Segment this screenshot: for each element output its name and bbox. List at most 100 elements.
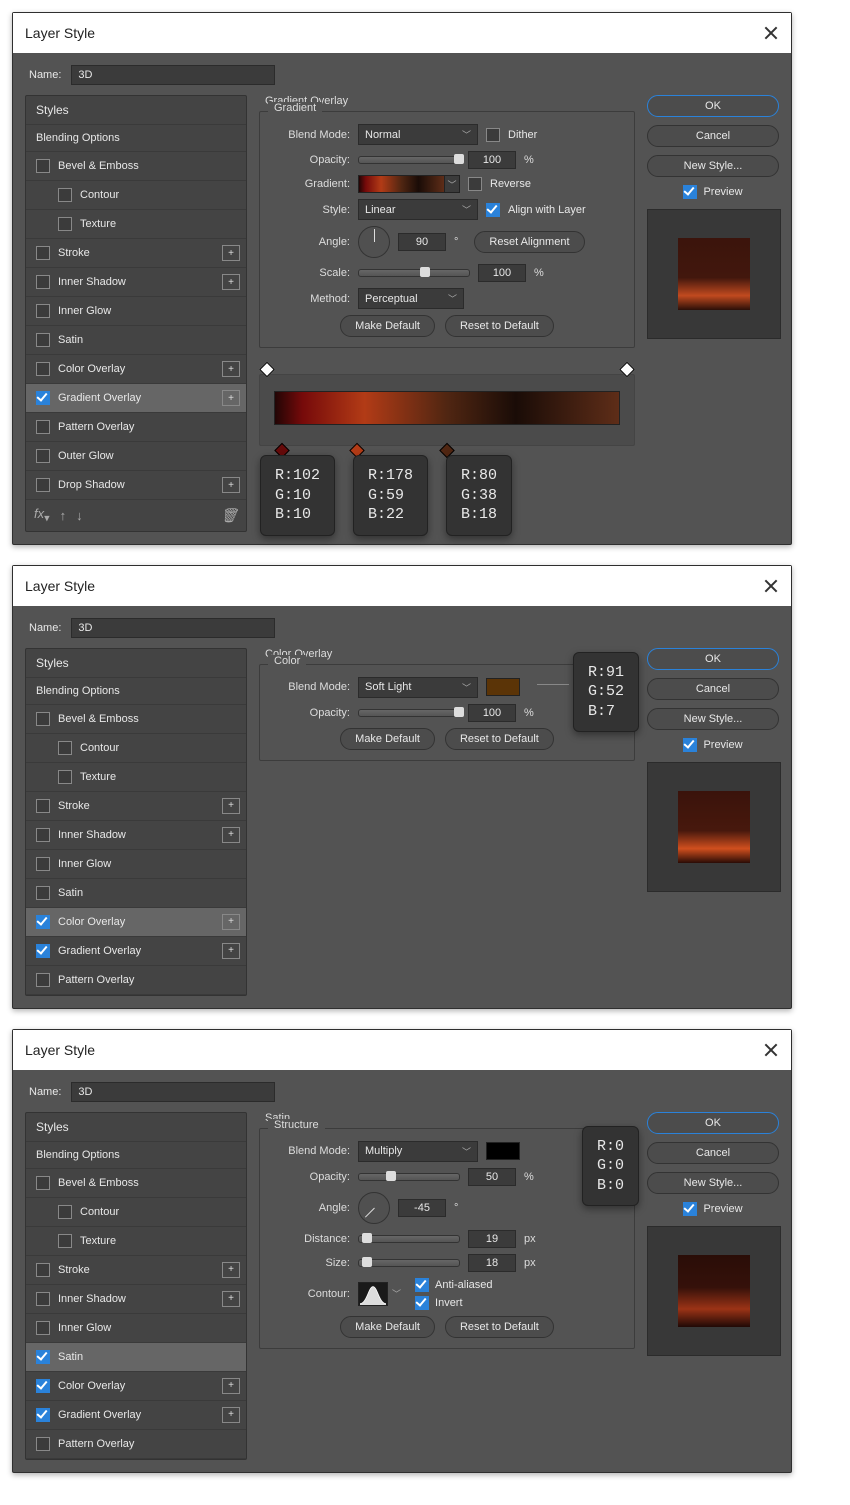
style-checkbox[interactable]	[58, 217, 72, 231]
color-swatch[interactable]	[486, 1142, 520, 1160]
styles-row[interactable]: Inner Shadow+	[26, 1285, 246, 1314]
style-checkbox[interactable]	[36, 246, 50, 260]
styles-row[interactable]: Color Overlay+	[26, 355, 246, 384]
opacity-stop[interactable]	[260, 362, 276, 378]
style-checkbox[interactable]	[36, 478, 50, 492]
make-default-button[interactable]: Make Default	[340, 315, 435, 337]
opacity-stop[interactable]	[619, 362, 635, 378]
ok-button[interactable]: OK	[647, 1112, 779, 1134]
angle-dial[interactable]	[358, 226, 390, 258]
blend-mode-dropdown[interactable]: Multiply﹀	[358, 1141, 478, 1162]
style-checkbox[interactable]	[36, 333, 50, 347]
add-effect-icon[interactable]: +	[222, 1262, 240, 1278]
scale-slider[interactable]	[358, 269, 470, 277]
gradient-editor[interactable]: R:102 G:10 B:10 R:178 G:59 B:22 R:80 G:3…	[259, 374, 635, 446]
style-checkbox[interactable]	[36, 799, 50, 813]
style-checkbox[interactable]	[58, 741, 72, 755]
styles-row[interactable]: Stroke+	[26, 792, 246, 821]
close-icon[interactable]	[763, 578, 779, 594]
add-effect-icon[interactable]: +	[222, 477, 240, 493]
opacity-input[interactable]	[468, 704, 516, 722]
style-checkbox[interactable]	[36, 915, 50, 929]
styles-row[interactable]: Stroke+	[26, 1256, 246, 1285]
styles-row[interactable]: Satin	[26, 1343, 246, 1372]
add-effect-icon[interactable]: +	[222, 274, 240, 290]
angle-input[interactable]	[398, 1199, 446, 1217]
styles-row[interactable]: Blending Options	[26, 125, 246, 152]
styles-row[interactable]: Color Overlay+	[26, 908, 246, 937]
style-checkbox[interactable]	[36, 420, 50, 434]
styles-row[interactable]: Bevel & Emboss	[26, 1169, 246, 1198]
scale-input[interactable]	[478, 264, 526, 282]
styles-row[interactable]: Color Overlay+	[26, 1372, 246, 1401]
styles-row[interactable]: Pattern Overlay	[26, 413, 246, 442]
styles-row[interactable]: Satin	[26, 326, 246, 355]
style-checkbox[interactable]	[58, 770, 72, 784]
layer-name-input[interactable]	[71, 1082, 275, 1102]
style-checkbox[interactable]	[36, 391, 50, 405]
close-icon[interactable]	[763, 1042, 779, 1058]
styles-row[interactable]: Gradient Overlay+	[26, 384, 246, 413]
antialiased-checkbox[interactable]	[415, 1278, 429, 1292]
new-style-button[interactable]: New Style...	[647, 155, 779, 177]
layer-name-input[interactable]	[71, 618, 275, 638]
style-checkbox[interactable]	[36, 1379, 50, 1393]
style-checkbox[interactable]	[36, 449, 50, 463]
opacity-input[interactable]	[468, 151, 516, 169]
opacity-slider[interactable]	[358, 156, 460, 164]
styles-row[interactable]: Blending Options	[26, 678, 246, 705]
align-checkbox[interactable]	[486, 203, 500, 217]
styles-row[interactable]: Satin	[26, 879, 246, 908]
add-effect-icon[interactable]: +	[222, 245, 240, 261]
chevron-down-icon[interactable]: ﹀	[392, 1287, 401, 1300]
style-checkbox[interactable]	[36, 944, 50, 958]
style-checkbox[interactable]	[36, 973, 50, 987]
style-checkbox[interactable]	[36, 1321, 50, 1335]
styles-row[interactable]: Gradient Overlay+	[26, 1401, 246, 1430]
style-checkbox[interactable]	[36, 1263, 50, 1277]
styles-row[interactable]: Contour	[26, 1198, 246, 1227]
preview-checkbox[interactable]	[683, 738, 697, 752]
contour-picker[interactable]	[358, 1282, 388, 1306]
reverse-checkbox[interactable]	[468, 177, 482, 191]
method-dropdown[interactable]: Perceptual﹀	[358, 288, 464, 309]
trash-icon[interactable]: 🗑	[220, 507, 238, 524]
reset-default-button[interactable]: Reset to Default	[445, 728, 554, 750]
add-effect-icon[interactable]: +	[222, 1407, 240, 1423]
angle-dial[interactable]	[358, 1192, 390, 1224]
styles-row[interactable]: Texture	[26, 1227, 246, 1256]
fx-icon[interactable]: fx▾	[34, 506, 50, 525]
style-checkbox[interactable]	[58, 188, 72, 202]
add-effect-icon[interactable]: +	[222, 798, 240, 814]
style-checkbox[interactable]	[36, 304, 50, 318]
styles-row[interactable]: Texture	[26, 210, 246, 239]
style-checkbox[interactable]	[36, 828, 50, 842]
reset-default-button[interactable]: Reset to Default	[445, 315, 554, 337]
blend-mode-dropdown[interactable]: Normal﹀	[358, 124, 478, 145]
styles-row[interactable]: Texture	[26, 763, 246, 792]
new-style-button[interactable]: New Style...	[647, 708, 779, 730]
styles-row[interactable]: Contour	[26, 734, 246, 763]
add-effect-icon[interactable]: +	[222, 827, 240, 843]
styles-row[interactable]: Drop Shadow+	[26, 471, 246, 500]
ok-button[interactable]: OK	[647, 648, 779, 670]
style-checkbox[interactable]	[36, 1350, 50, 1364]
reset-default-button[interactable]: Reset to Default	[445, 1316, 554, 1338]
styles-row[interactable]: Inner Shadow+	[26, 821, 246, 850]
styles-row[interactable]: Contour	[26, 181, 246, 210]
blend-mode-dropdown[interactable]: Soft Light﹀	[358, 677, 478, 698]
style-checkbox[interactable]	[36, 1437, 50, 1451]
size-slider[interactable]	[358, 1259, 460, 1267]
style-checkbox[interactable]	[36, 857, 50, 871]
distance-slider[interactable]	[358, 1235, 460, 1243]
opacity-slider[interactable]	[358, 1173, 460, 1181]
add-effect-icon[interactable]: +	[222, 943, 240, 959]
gradient-style-dropdown[interactable]: Linear﹀	[358, 199, 478, 220]
size-input[interactable]	[468, 1254, 516, 1272]
add-effect-icon[interactable]: +	[222, 914, 240, 930]
style-checkbox[interactable]	[36, 275, 50, 289]
invert-checkbox[interactable]	[415, 1296, 429, 1310]
styles-row[interactable]: Outer Glow	[26, 442, 246, 471]
cancel-button[interactable]: Cancel	[647, 1142, 779, 1164]
down-arrow-icon[interactable]: ↓	[76, 508, 83, 523]
